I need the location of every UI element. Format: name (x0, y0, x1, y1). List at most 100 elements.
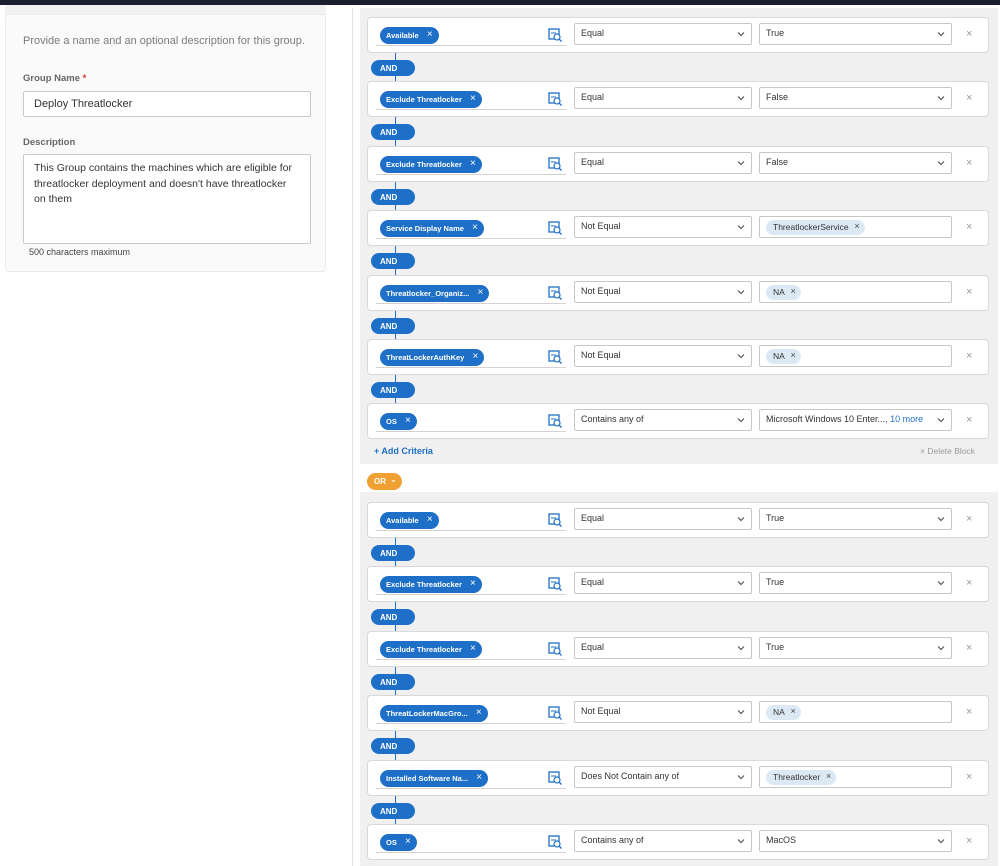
field-chip[interactable]: Exclude Threatlocker × (380, 155, 482, 173)
remove-criteria-icon[interactable]: × (966, 286, 972, 298)
value-field[interactable]: Threatlocker × (759, 765, 952, 788)
and-connector[interactable]: AND (371, 802, 415, 819)
field-chip[interactable]: Threatlocker_Organiz... × (380, 284, 490, 302)
tag-close-icon[interactable]: × (791, 350, 796, 360)
field-chip[interactable]: Available × (380, 512, 439, 529)
and-connector[interactable]: AND (371, 317, 415, 334)
and-connector[interactable]: AND (371, 382, 415, 398)
and-connector[interactable]: AND (371, 545, 415, 561)
and-connector[interactable]: AND (371, 253, 415, 270)
remove-criteria-icon[interactable]: × (966, 835, 972, 847)
operator-dropdown[interactable]: Equal (574, 572, 752, 595)
operator-dropdown[interactable]: Equal (574, 636, 752, 659)
field-picker-icon[interactable] (548, 28, 562, 42)
operator-dropdown[interactable]: Contains any of (574, 409, 752, 432)
field-selector[interactable]: OS × (376, 410, 566, 433)
field-selector[interactable]: Exclude Threatlocker × (376, 573, 566, 596)
tag-close-icon[interactable]: × (791, 706, 796, 716)
field-picker-icon[interactable] (548, 350, 562, 364)
operator-dropdown[interactable]: Not Equal (574, 701, 752, 724)
value-field[interactable]: False (759, 151, 952, 174)
tag-close-icon[interactable]: × (854, 221, 859, 231)
description-textarea[interactable]: This Group contains the machines which a… (23, 154, 311, 244)
value-field[interactable]: MacOS (759, 830, 952, 852)
value-field[interactable]: NA × (759, 345, 952, 367)
value-field[interactable]: True (759, 636, 952, 659)
group-name-input[interactable]: Deploy Threatlocker (23, 91, 311, 117)
field-selector[interactable]: Threatlocker_Organiz... × (376, 282, 566, 304)
value-field[interactable]: Microsoft Windows 10 Enter..., 10 more (759, 409, 952, 432)
field-chip[interactable]: Exclude Threatlocker × (380, 576, 482, 594)
field-selector[interactable]: Exclude Threatlocker × (376, 153, 566, 175)
delete-block-button[interactable]: × Delete Block (920, 446, 975, 456)
or-toggle[interactable]: OR ⌄ (367, 473, 402, 490)
chip-close-icon[interactable]: × (470, 578, 476, 590)
field-picker-icon[interactable] (548, 157, 562, 171)
chip-close-icon[interactable]: × (472, 222, 478, 234)
chip-close-icon[interactable]: × (405, 415, 411, 427)
field-picker-icon[interactable] (548, 513, 562, 527)
field-picker-icon[interactable] (548, 221, 562, 236)
chip-close-icon[interactable]: × (476, 772, 482, 784)
value-field[interactable]: False (759, 87, 952, 110)
chip-close-icon[interactable]: × (476, 707, 482, 719)
remove-criteria-icon[interactable]: × (966, 157, 972, 169)
field-chip[interactable]: Service Display Name × (380, 220, 484, 238)
tag-close-icon[interactable]: × (791, 286, 796, 296)
field-chip[interactable]: Installed Software Na... × (380, 769, 489, 787)
chip-close-icon[interactable]: × (405, 836, 411, 848)
field-chip[interactable]: Exclude Threatlocker × (380, 91, 482, 109)
value-field[interactable]: NA × (759, 280, 952, 303)
field-picker-icon[interactable] (548, 577, 562, 592)
operator-dropdown[interactable]: Equal (574, 151, 752, 174)
chip-close-icon[interactable]: × (470, 643, 476, 655)
remove-criteria-icon[interactable]: × (966, 706, 972, 718)
value-field[interactable]: NA × (759, 701, 952, 724)
field-chip[interactable]: Available × (380, 27, 439, 44)
and-connector[interactable]: AND (371, 188, 415, 205)
and-connector[interactable]: AND (371, 738, 415, 755)
field-picker-icon[interactable] (548, 92, 562, 107)
field-picker-icon[interactable] (548, 642, 562, 656)
chip-close-icon[interactable]: × (470, 158, 476, 170)
field-chip[interactable]: Exclude Threatlocker × (380, 640, 482, 658)
field-chip[interactable]: OS × (380, 413, 417, 431)
field-chip[interactable]: OS × (380, 834, 417, 851)
and-connector[interactable]: AND (371, 609, 415, 626)
remove-criteria-icon[interactable]: × (966, 414, 972, 426)
chip-close-icon[interactable]: × (473, 351, 479, 363)
remove-criteria-icon[interactable]: × (966, 771, 972, 783)
value-field[interactable]: ThreatlockerService × (759, 216, 952, 239)
field-chip[interactable]: ThreatLockerAuthKey × (380, 349, 485, 366)
remove-criteria-icon[interactable]: × (966, 577, 972, 589)
remove-criteria-icon[interactable]: × (966, 28, 972, 40)
operator-dropdown[interactable]: Contains any of (574, 830, 752, 852)
remove-criteria-icon[interactable]: × (966, 92, 972, 104)
and-connector[interactable]: AND (371, 60, 415, 76)
operator-dropdown[interactable]: Equal (574, 508, 752, 530)
remove-criteria-icon[interactable]: × (966, 350, 972, 362)
field-selector[interactable]: Exclude Threatlocker × (376, 88, 566, 111)
field-selector[interactable]: ThreatLockerAuthKey × (376, 346, 566, 368)
field-selector[interactable]: OS × (376, 831, 566, 853)
field-picker-icon[interactable] (548, 285, 562, 300)
value-field[interactable]: True (759, 23, 952, 45)
operator-dropdown[interactable]: Not Equal (574, 345, 752, 367)
field-picker-icon[interactable] (548, 770, 562, 785)
field-picker-icon[interactable] (548, 706, 562, 721)
field-picker-icon[interactable] (548, 835, 562, 849)
value-field[interactable]: True (759, 508, 952, 530)
field-selector[interactable]: Exclude Threatlocker × (376, 638, 566, 660)
chip-close-icon[interactable]: × (427, 29, 433, 41)
operator-dropdown[interactable]: Does Not Contain any of (574, 765, 752, 788)
operator-dropdown[interactable]: Not Equal (574, 280, 752, 303)
field-picker-icon[interactable] (548, 414, 562, 429)
remove-criteria-icon[interactable]: × (966, 642, 972, 654)
operator-dropdown[interactable]: Equal (574, 23, 752, 45)
remove-criteria-icon[interactable]: × (966, 513, 972, 525)
value-field[interactable]: True (759, 572, 952, 595)
chip-close-icon[interactable]: × (470, 93, 476, 105)
field-selector[interactable]: Service Display Name × (376, 217, 566, 240)
chip-close-icon[interactable]: × (427, 514, 433, 526)
remove-criteria-icon[interactable]: × (966, 221, 972, 233)
